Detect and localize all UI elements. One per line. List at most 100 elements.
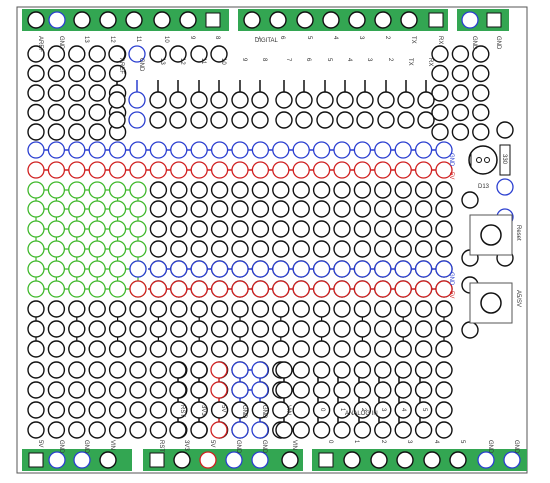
proto-hole[interactable] [231, 240, 249, 258]
inner-pin[interactable] [336, 91, 354, 109]
power-rail-hole[interactable] [88, 161, 106, 179]
proto-hole[interactable] [210, 300, 229, 318]
proto-hole[interactable] [251, 340, 270, 358]
proto-hole[interactable] [149, 340, 168, 358]
inner-pin[interactable] [397, 111, 415, 129]
proto-hole[interactable] [231, 340, 249, 358]
proto-hole[interactable] [129, 320, 147, 338]
proto-hole[interactable] [170, 200, 188, 218]
gnd-rail-hole[interactable] [333, 260, 351, 278]
gnd-rail-hole[interactable] [231, 260, 249, 278]
proto-hole[interactable] [472, 123, 490, 141]
inner-pin[interactable] [356, 91, 374, 109]
proto-hole[interactable] [27, 340, 45, 358]
proto-hole[interactable] [312, 220, 331, 238]
header-pin-top-gnd[interactable] [461, 11, 479, 29]
proto-hole[interactable] [108, 361, 127, 379]
gnd-rail-hole[interactable] [353, 260, 372, 278]
proto-hole[interactable] [190, 181, 208, 199]
proto-hole[interactable] [47, 421, 66, 439]
led-hole[interactable] [496, 178, 514, 196]
proto-hole[interactable] [374, 200, 392, 218]
header-pin-bottom[interactable] [396, 451, 414, 469]
proto-hole[interactable] [68, 45, 86, 63]
proto-hole[interactable] [414, 240, 433, 258]
proto-hole[interactable] [435, 320, 453, 338]
proto-hole[interactable] [149, 220, 168, 238]
gnd-rail-hole[interactable] [149, 141, 168, 159]
gnd-rail-hole[interactable] [170, 141, 188, 159]
power-pin[interactable] [190, 361, 208, 379]
proto-hole[interactable] [451, 123, 470, 141]
proto-hole[interactable] [27, 123, 45, 141]
gnd-rail-hole[interactable] [129, 141, 147, 159]
header-pin-top[interactable] [48, 11, 66, 29]
proto-hole[interactable] [88, 64, 106, 83]
proto-hole[interactable] [451, 45, 470, 63]
proto-hole[interactable] [88, 300, 106, 318]
proto-green-hole[interactable] [88, 181, 106, 199]
proto-hole[interactable] [312, 320, 331, 338]
proto-hole[interactable] [210, 240, 229, 258]
proto-hole[interactable] [312, 200, 331, 218]
proto-hole[interactable] [272, 340, 290, 358]
proto-green-hole[interactable] [27, 200, 45, 218]
proto-hole[interactable] [231, 320, 249, 338]
power-pin[interactable] [169, 361, 187, 379]
proto-hole[interactable] [353, 300, 372, 318]
proto-hole[interactable] [129, 401, 147, 419]
inner-pin[interactable] [169, 111, 187, 129]
inner-pin[interactable] [295, 111, 313, 129]
proto-hole[interactable] [210, 220, 229, 238]
proto-hole[interactable] [394, 300, 412, 318]
proto-green-hole[interactable] [27, 220, 45, 238]
proto-hole[interactable] [27, 64, 45, 83]
proto-hole[interactable] [190, 300, 208, 318]
power-rail-hole[interactable] [129, 161, 147, 179]
proto-hole[interactable] [27, 381, 45, 399]
proto-hole[interactable] [108, 300, 127, 318]
proto-hole[interactable] [47, 340, 66, 358]
proto-hole[interactable] [435, 240, 453, 258]
proto-hole[interactable] [374, 181, 392, 199]
power-rail-hole[interactable] [414, 161, 433, 179]
header-pin-bottom[interactable] [449, 451, 467, 469]
proto-hole[interactable] [394, 361, 412, 379]
proto-hole[interactable] [149, 240, 168, 258]
header-pin-top[interactable] [243, 11, 261, 29]
proto-hole[interactable] [210, 200, 229, 218]
proto-hole[interactable] [149, 401, 168, 419]
proto-hole[interactable] [394, 240, 412, 258]
proto-green-hole[interactable] [108, 260, 127, 278]
proto-green-hole[interactable] [88, 240, 106, 258]
proto-hole[interactable] [374, 361, 392, 379]
proto-hole[interactable] [108, 401, 127, 419]
proto-green-hole[interactable] [88, 260, 106, 278]
proto-hole[interactable] [435, 300, 453, 318]
inner-pin[interactable] [251, 91, 269, 109]
proto-hole[interactable] [292, 421, 310, 439]
inner-pin[interactable] [275, 91, 293, 109]
power-rail-hole[interactable] [149, 161, 168, 179]
proto-hole[interactable] [435, 200, 453, 218]
gnd-rail-hole[interactable] [251, 260, 270, 278]
power-rail-hole[interactable] [374, 280, 392, 298]
proto-hole[interactable] [272, 300, 290, 318]
proto-hole[interactable] [435, 220, 453, 238]
power-pin[interactable] [275, 421, 293, 439]
header-pin-bottom[interactable] [477, 451, 495, 469]
power-rail-hole[interactable] [394, 280, 412, 298]
proto-hole[interactable] [231, 300, 249, 318]
gnd-rail-hole[interactable] [210, 260, 229, 278]
proto-hole[interactable] [210, 320, 229, 338]
proto-hole[interactable] [333, 340, 351, 358]
proto-green-hole[interactable] [47, 240, 66, 258]
gnd-rail-hole[interactable] [374, 141, 392, 159]
gnd-rail-hole[interactable] [190, 141, 208, 159]
proto-hole[interactable] [435, 340, 453, 358]
proto-hole[interactable] [170, 340, 188, 358]
header-pin-bottom[interactable] [281, 451, 299, 469]
inner-pin[interactable] [417, 111, 435, 129]
proto-hole[interactable] [190, 340, 208, 358]
proto-green-hole[interactable] [27, 240, 45, 258]
